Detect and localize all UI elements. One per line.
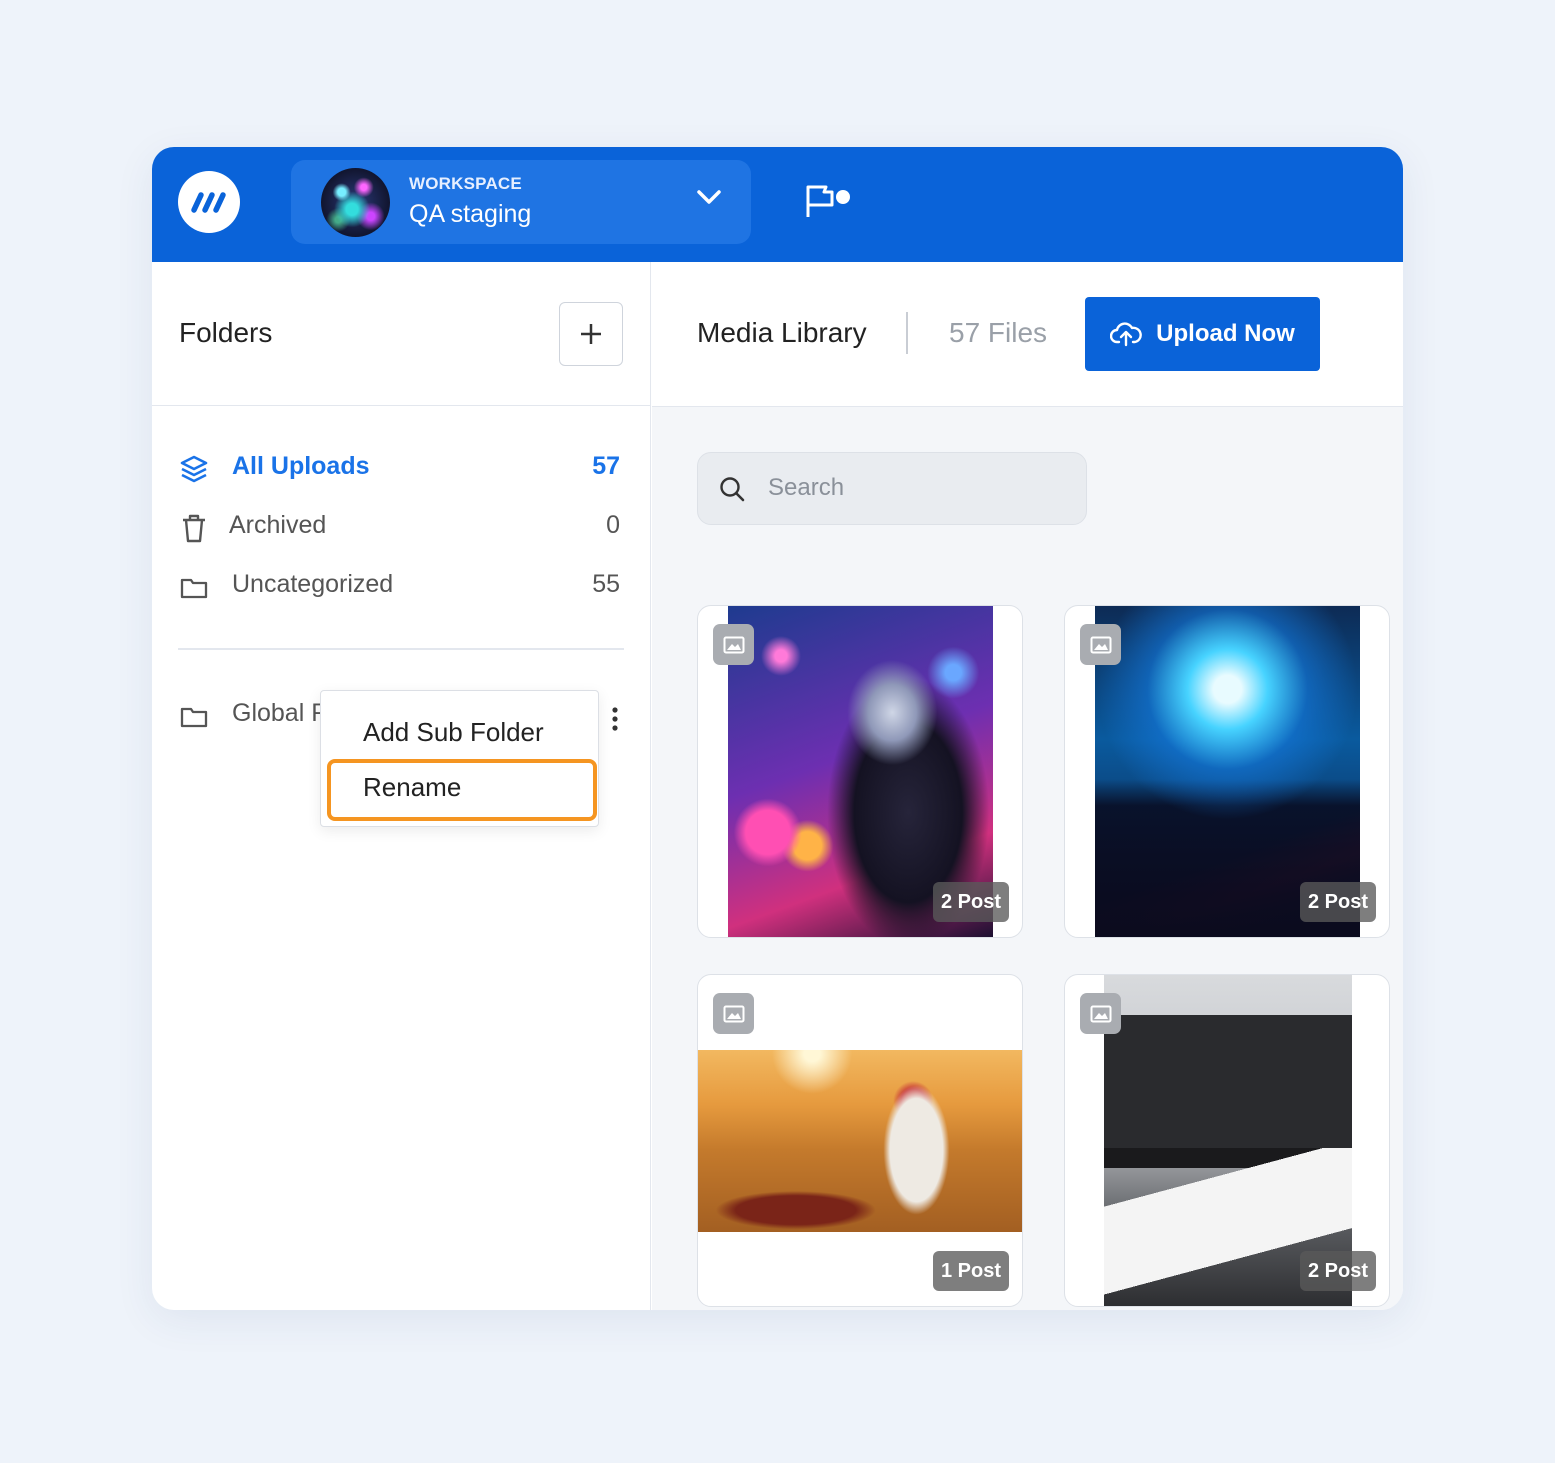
upload-now-button[interactable]: Upload Now [1085,297,1320,371]
trash-icon [183,514,205,543]
folders-panel: Folders All Uploads 57 Archived 0 Uncate… [152,262,651,1310]
folder-count: 55 [592,570,620,598]
layers-icon [180,455,208,483]
top-bar: WORKSPACE QA staging [152,147,1403,262]
app-window: WORKSPACE QA staging Folders All Uploads… [152,147,1403,1310]
post-count-badge: 2 Post [932,882,1009,922]
logo-icon [191,192,226,213]
post-count-badge: 2 Post [1299,882,1376,922]
upload-now-label: Upload Now [1156,320,1295,347]
image-type-badge [713,624,754,665]
menu-item-add-sub-folder[interactable]: Add Sub Folder [363,717,544,748]
media-panel: Media Library 57 Files Upload Now Search [652,262,1403,1310]
app-logo[interactable] [178,171,240,233]
workspace-switcher[interactable]: WORKSPACE QA staging [291,160,751,244]
folder-label: Archived [229,511,327,539]
chevron-down-icon [697,190,721,204]
cloud-upload-icon [1110,322,1143,347]
folders-title: Folders [179,317,273,348]
search-placeholder: Search [768,474,845,501]
media-card[interactable]: 2 Post [1064,605,1390,938]
search-icon [720,477,745,502]
image-icon [1090,1005,1111,1022]
media-thumbnail [698,1050,1022,1232]
workspace-avatar [321,168,390,237]
workspace-name: QA staging [409,200,532,228]
workspace-label: WORKSPACE [409,174,522,193]
image-type-badge [1080,624,1121,665]
image-icon [723,1005,744,1022]
media-card[interactable]: 1 Post [697,974,1023,1307]
post-count-badge: 1 Post [932,1251,1009,1291]
menu-item-rename[interactable]: Rename [363,772,461,803]
image-type-badge [713,993,754,1034]
folder-label: Global F [232,699,327,727]
media-library-title: Media Library [697,317,867,348]
folder-icon [180,707,208,728]
folder-count: 0 [606,511,620,539]
flag-notification-icon[interactable] [802,183,854,219]
folder-label: Uncategorized [232,570,394,598]
folder-context-menu: Add Sub Folder Rename [320,690,599,827]
plus-icon [581,324,601,344]
more-options-icon[interactable] [607,705,623,735]
header-separator [906,312,908,354]
image-type-badge [1080,993,1121,1034]
folder-uncategorized[interactable]: Uncategorized 55 [179,566,623,606]
files-count: 57 Files [949,317,1048,348]
folder-all-uploads[interactable]: All Uploads 57 [179,448,623,488]
folder-count: 57 [592,452,620,480]
folder-icon [180,578,208,599]
folders-header: Folders [152,262,651,406]
folders-divider [178,648,624,650]
media-card[interactable]: 2 Post [1064,974,1390,1307]
image-icon [723,636,744,653]
folder-archived[interactable]: Archived 0 [179,507,623,547]
image-icon [1090,636,1111,653]
search-input[interactable]: Search [697,452,1087,525]
folder-label: All Uploads [232,452,370,480]
media-card[interactable]: 2 Post [697,605,1023,938]
media-header: Media Library 57 Files Upload Now [652,262,1403,407]
post-count-badge: 2 Post [1299,1251,1376,1291]
add-folder-button[interactable] [559,302,623,366]
